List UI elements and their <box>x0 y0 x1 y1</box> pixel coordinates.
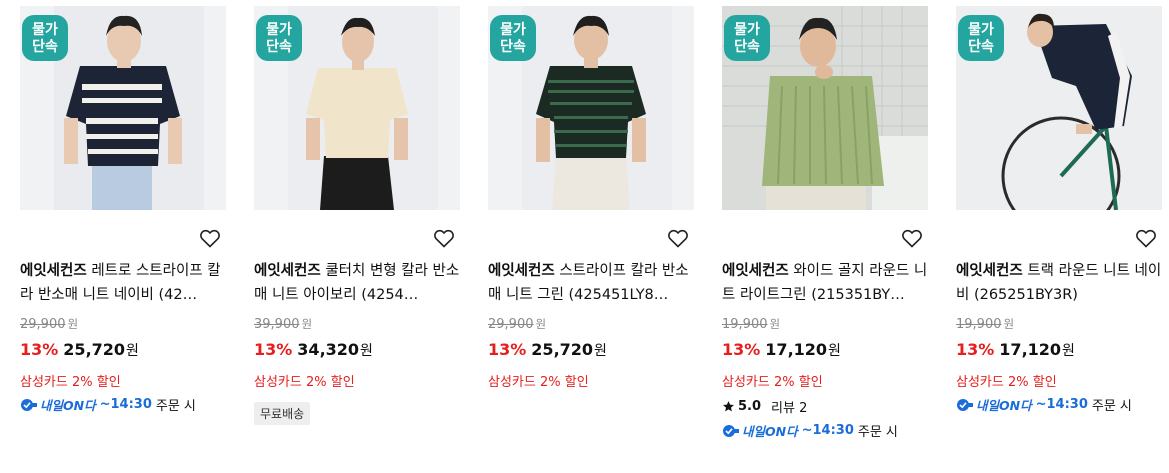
sale-price: 13% 34,320원 <box>254 340 373 359</box>
sale-price: 13% 17,120원 <box>722 340 841 359</box>
product-image[interactable]: 물가 단속 <box>20 6 226 210</box>
original-price: 29,900 원 <box>488 317 547 332</box>
product-image[interactable]: 물가 단속 <box>488 6 694 210</box>
product-title[interactable]: 에잇세컨즈 레트로 스트라이프 칼라 반소매 니트 네이비 (42… <box>20 259 226 307</box>
product-image[interactable]: 물가 단속 <box>722 6 928 210</box>
discount-rate: 13% <box>722 340 761 359</box>
heart-icon[interactable] <box>900 226 924 250</box>
rating: 5.0 리뷰 2 <box>722 397 807 416</box>
product-title[interactable]: 에잇세컨즈 트랙 라운드 니트 네이비 (265251BY3R) <box>956 259 1162 307</box>
brand-name: 에잇세컨즈 <box>254 263 321 279</box>
original-price: 19,900 원 <box>956 317 1015 332</box>
product-card[interactable]: 물가 단속 에잇세컨즈 쿨터치 변형 칼라 반소매 니트 아이보리 (4254… … <box>246 0 460 473</box>
delivery-info: 내일ON다 ~14:30 주문 시 <box>20 395 196 414</box>
free-shipping-badge: 무료배송 <box>254 402 311 425</box>
truck-icon <box>957 398 973 411</box>
brand-name: 에잇세컨즈 <box>722 263 789 279</box>
product-grid: 물가 단속 에잇세컨즈 레트로 스트라이프 칼라 반소매 니트 네이비 (42… … <box>0 0 1169 473</box>
sale-price: 13% 17,120원 <box>956 340 1075 359</box>
delivery-info: 내일ON다 ~14:30 주문 시 <box>956 395 1132 414</box>
card-promo: 삼성카드 2% 할인 <box>20 375 121 390</box>
delivery-logo: 내일ON다 <box>20 395 96 414</box>
product-title[interactable]: 에잇세컨즈 와이드 골지 라운드 니트 라이트그린 (215351BY… <box>722 259 928 307</box>
brand-name: 에잇세컨즈 <box>956 263 1023 279</box>
sale-price: 13% 25,720원 <box>488 340 607 359</box>
price-control-badge: 물가 단속 <box>958 15 1004 61</box>
price-control-badge: 물가 단속 <box>256 15 302 61</box>
star-icon <box>723 401 734 412</box>
delivery-info: 내일ON다 ~14:30 주문 시 <box>722 421 898 440</box>
price-control-badge: 물가 단속 <box>724 15 770 61</box>
product-image[interactable]: 물가 단속 <box>254 6 460 210</box>
product-card[interactable]: 물가 단속 에잇세컨즈 와이드 골지 라운드 니트 라이트그린 (215351BY… <box>714 0 928 473</box>
rating-score: 5.0 <box>738 399 762 414</box>
heart-icon[interactable] <box>198 226 222 250</box>
review-count[interactable]: 리뷰 2 <box>771 397 807 416</box>
price-control-badge: 물가 단속 <box>22 15 68 61</box>
discount-rate: 13% <box>254 340 293 359</box>
price-control-badge: 물가 단속 <box>490 15 536 61</box>
product-title[interactable]: 에잇세컨즈 쿨터치 변형 칼라 반소매 니트 아이보리 (4254… <box>254 259 460 307</box>
card-promo: 삼성카드 2% 할인 <box>488 375 589 390</box>
discount-rate: 13% <box>488 340 527 359</box>
truck-icon <box>723 424 739 437</box>
product-card[interactable]: 물가 단속 에잇세컨즈 레트로 스트라이프 칼라 반소매 니트 네이비 (42… … <box>12 0 226 473</box>
brand-name: 에잇세컨즈 <box>488 263 555 279</box>
delivery-logo: 내일ON다 <box>722 421 798 440</box>
original-price: 39,900 원 <box>254 317 313 332</box>
delivery-logo: 내일ON다 <box>956 395 1032 414</box>
card-promo: 삼성카드 2% 할인 <box>956 375 1057 390</box>
discount-rate: 13% <box>956 340 995 359</box>
card-promo: 삼성카드 2% 할인 <box>722 375 823 390</box>
truck-icon <box>21 398 37 411</box>
discount-rate: 13% <box>20 340 59 359</box>
card-promo: 삼성카드 2% 할인 <box>254 375 355 390</box>
heart-icon[interactable] <box>1134 226 1158 250</box>
original-price: 29,900 원 <box>20 317 79 332</box>
heart-icon[interactable] <box>666 226 690 250</box>
product-title[interactable]: 에잇세컨즈 스트라이프 칼라 반소매 니트 그린 (425451LY8… <box>488 259 694 307</box>
brand-name: 에잇세컨즈 <box>20 263 87 279</box>
product-image[interactable]: 물가 단속 <box>956 6 1162 210</box>
product-card[interactable]: 물가 단속 에잇세컨즈 스트라이프 칼라 반소매 니트 그린 (425451LY8… <box>480 0 694 473</box>
sale-price: 13% 25,720원 <box>20 340 139 359</box>
original-price: 19,900 원 <box>722 317 781 332</box>
product-card[interactable]: 물가 단속 에잇세컨즈 트랙 라운드 니트 네이비 (265251BY3R) 19… <box>948 0 1162 473</box>
heart-icon[interactable] <box>432 226 456 250</box>
